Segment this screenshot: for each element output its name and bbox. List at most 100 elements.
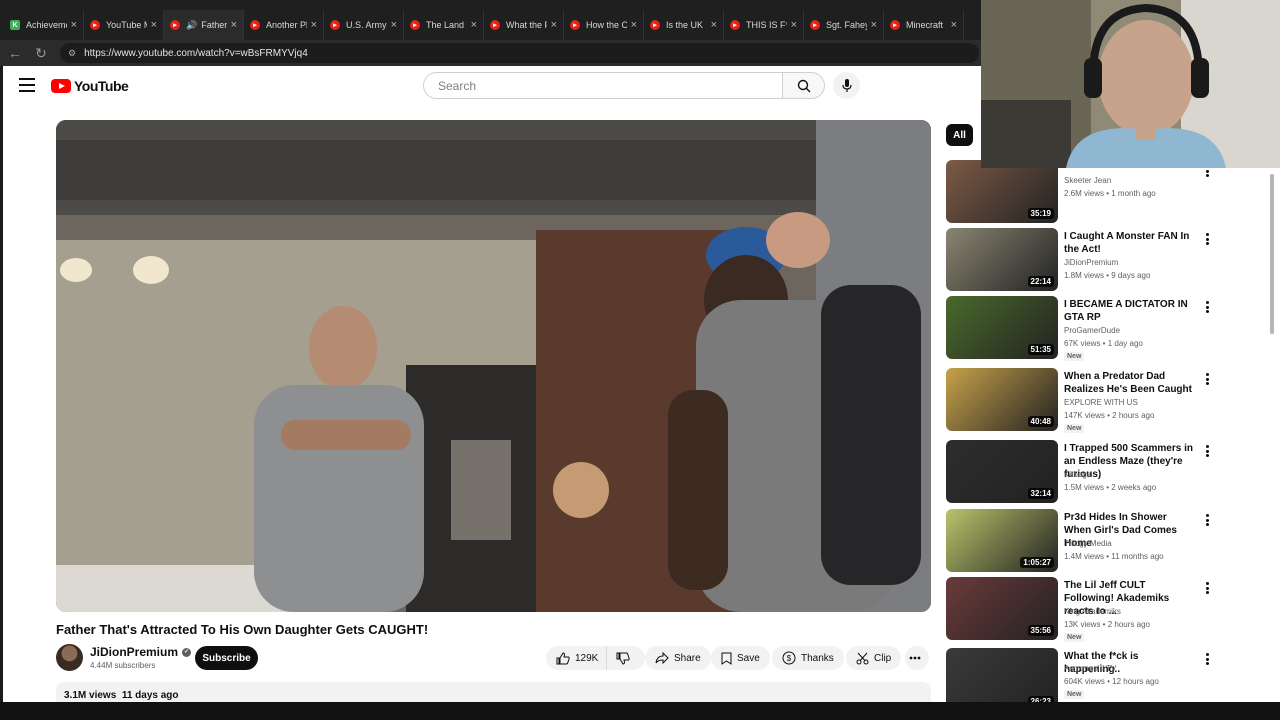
close-tab-icon[interactable]: × (631, 19, 637, 31)
more-actions-button[interactable] (905, 646, 929, 670)
more-vertical-icon[interactable] (1203, 372, 1211, 386)
recommended-video[interactable]: 35:56 The Lil Jeff CULT Following! Akadem… (946, 577, 1226, 642)
bookmark-icon (721, 652, 732, 665)
browser-tab[interactable]: ▸ What the F × (484, 10, 564, 40)
recommended-channel-name[interactable]: Skeeter Jean (1064, 176, 1111, 185)
recommended-channel-name[interactable]: Kitboga (1064, 470, 1091, 479)
recommended-video-title[interactable]: I Caught A Monster FAN In the Act! (1064, 230, 1194, 256)
youtube-favicon-icon: ▸ (250, 20, 260, 30)
recommended-video[interactable]: 40:48 When a Predator Dad Realizes He's B… (946, 368, 1226, 433)
recommended-video[interactable]: 26:23 What the f*ck is happening.. Asmongo… (946, 648, 1226, 702)
youtube-favicon-icon: ▸ (90, 20, 100, 30)
recommended-channel-name[interactable]: JiDionPremium (1064, 258, 1118, 267)
close-tab-icon[interactable]: × (71, 19, 77, 31)
video-thumbnail[interactable]: 22:14 (946, 228, 1058, 291)
recommended-video[interactable]: 32:14 I Trapped 500 Scammers in an Endles… (946, 440, 1226, 504)
site-info-icon[interactable]: ⚙ (68, 48, 76, 59)
scrollbar-thumb[interactable] (1270, 174, 1274, 334)
browser-tab[interactable]: ▸ The Land × (404, 10, 484, 40)
address-bar[interactable]: ⚙ https://www.youtube.com/watch?v=wBsFRM… (60, 43, 979, 63)
video-frame (56, 120, 931, 612)
like-count: 129K (575, 652, 599, 664)
scrollbar[interactable] (1268, 166, 1276, 702)
recommended-video[interactable]: 1:05:27 Pr3d Hides In Shower When Girl's … (946, 509, 1226, 573)
more-vertical-icon[interactable] (1203, 444, 1211, 458)
close-tab-icon[interactable]: × (391, 19, 397, 31)
video-player[interactable] (56, 120, 931, 612)
video-thumbnail[interactable]: 26:23 (946, 648, 1058, 702)
recommended-video-meta: 13K views • 2 hours ago (1064, 620, 1150, 629)
dislike-button[interactable] (606, 646, 646, 670)
close-tab-icon[interactable]: × (471, 19, 477, 31)
share-button[interactable]: Share (645, 646, 711, 670)
close-tab-icon[interactable]: × (711, 19, 717, 31)
voice-search-button[interactable] (833, 72, 860, 99)
close-tab-icon[interactable]: × (951, 19, 957, 31)
video-thumbnail[interactable]: 51:35 (946, 296, 1058, 359)
close-tab-icon[interactable]: × (551, 19, 557, 31)
browser-tab[interactable]: ▸ Sgt. Fahey × (804, 10, 884, 40)
video-duration: 1:05:27 (1020, 557, 1054, 568)
search-input[interactable]: Search (423, 72, 783, 99)
browser-tab[interactable]: ▸ 🔊 Father × (164, 10, 244, 40)
back-icon[interactable]: ← (4, 42, 26, 64)
recommended-video-meta: 2.6M views • 1 month ago (1064, 189, 1156, 198)
recommended-channel-name[interactable]: King Akademiks (1064, 607, 1121, 616)
more-vertical-icon[interactable] (1203, 652, 1211, 666)
browser-tab[interactable]: ▸ U.S. Army × (324, 10, 404, 40)
browser-tab[interactable]: K Achievements × (4, 10, 84, 40)
browser-tab[interactable]: ▸ Minecraft × (884, 10, 964, 40)
search-button[interactable] (783, 72, 825, 99)
recommended-video[interactable]: 51:35 I BECAME A DICTATOR IN GTA RP ProGam… (946, 296, 1226, 361)
tab-title: Is the UK (666, 20, 704, 30)
video-thumbnail[interactable]: 40:48 (946, 368, 1058, 431)
tab-title: Sgt. Fahey (826, 20, 867, 30)
recommended-video-title[interactable]: I BECAME A DICTATOR IN GTA RP (1064, 298, 1194, 324)
browser-tab[interactable]: ▸ THIS IS F** × (724, 10, 804, 40)
more-vertical-icon[interactable] (1203, 300, 1211, 314)
save-button[interactable]: Save (711, 646, 770, 670)
recommended-video[interactable]: 22:14 I Caught A Monster FAN In the Act! J… (946, 228, 1226, 292)
tab-audio-icon[interactable]: 🔊 (186, 20, 197, 31)
recommended-channel-name[interactable]: EXPLORE WITH US (1064, 398, 1138, 407)
video-thumbnail[interactable]: 1:05:27 (946, 509, 1058, 572)
video-thumbnail[interactable]: 35:56 (946, 577, 1058, 640)
close-tab-icon[interactable]: × (151, 19, 157, 31)
description-box[interactable]: 3.1M views 11 days ago (56, 682, 931, 702)
more-actions-wrap (905, 646, 929, 670)
channel-name-text: JiDionPremium (90, 645, 179, 659)
tab-title: The Land (426, 20, 465, 30)
recommended-video[interactable]: 35:19 Skeeter Jean 2.6M views • 1 month ag… (946, 160, 1226, 224)
close-tab-icon[interactable]: × (231, 19, 237, 31)
browser-tab[interactable]: ▸ How the C × (564, 10, 644, 40)
recommended-channel-name[interactable]: ProGamerDude (1064, 326, 1120, 335)
like-button[interactable]: 129K (546, 646, 607, 670)
reload-icon[interactable]: ↻ (30, 42, 52, 64)
more-vertical-icon[interactable] (1203, 513, 1211, 527)
subscribe-button[interactable]: Subscribe (195, 646, 258, 670)
screen: K Achievements × ▸ YouTube Music × ▸ 🔊 Father × ▸ A… (0, 0, 1280, 720)
browser-tab[interactable]: ▸ Is the UK × (644, 10, 724, 40)
thanks-button[interactable]: $ Thanks (772, 646, 844, 670)
recommended-video-title[interactable]: When a Predator Dad Realizes He's Been C… (1064, 370, 1194, 396)
close-tab-icon[interactable]: × (871, 19, 877, 31)
chip-all[interactable]: All (946, 124, 973, 146)
more-vertical-icon[interactable] (1203, 581, 1211, 595)
clip-button[interactable]: Clip (846, 646, 902, 670)
channel-avatar[interactable] (56, 644, 83, 671)
recommended-channel-name[interactable]: Asmongold TV (1064, 664, 1116, 673)
video-thumbnail[interactable]: 35:19 (946, 160, 1058, 223)
hamburger-menu-icon[interactable] (19, 78, 35, 92)
youtube-logo[interactable]: YouTube (51, 78, 129, 94)
close-tab-icon[interactable]: × (791, 19, 797, 31)
channel-name[interactable]: JiDionPremium ✓ (90, 645, 192, 659)
video-thumbnail[interactable]: 32:14 (946, 440, 1058, 503)
browser-tab[interactable]: ▸ YouTube Music × (84, 10, 164, 40)
save-button-wrap: Save (711, 646, 770, 670)
recommended-channel-name[interactable]: Trilogy Media (1064, 539, 1112, 548)
close-tab-icon[interactable]: × (311, 19, 317, 31)
youtube-favicon-icon: ▸ (810, 20, 820, 30)
address-bar-url: https://www.youtube.com/watch?v=wBsFRMYV… (84, 47, 308, 59)
browser-tab[interactable]: ▸ Another Play × (244, 10, 324, 40)
more-vertical-icon[interactable] (1203, 232, 1211, 246)
